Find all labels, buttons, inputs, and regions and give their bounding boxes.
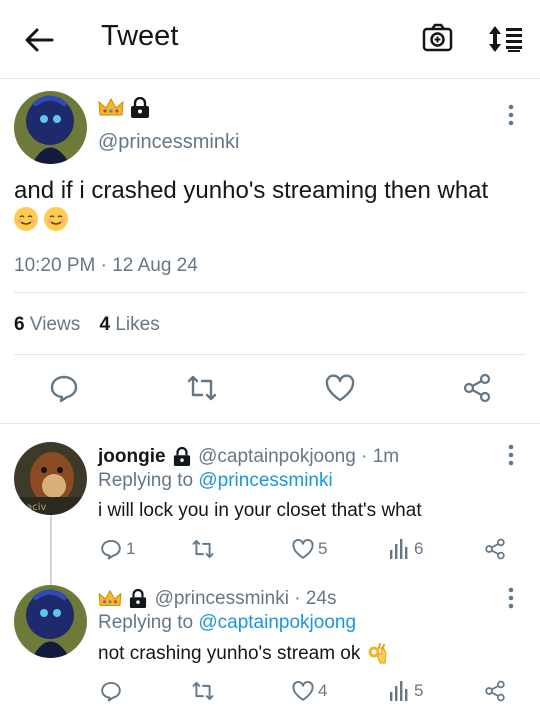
lock-icon bbox=[173, 446, 191, 467]
share-icon[interactable] bbox=[484, 680, 506, 702]
smiling-face-icon bbox=[14, 207, 38, 231]
more-options-icon[interactable] bbox=[507, 444, 515, 466]
like-count: 5 bbox=[318, 539, 328, 558]
retweet-icon[interactable] bbox=[186, 373, 218, 403]
reply-text-content: not crashing yunho's stream ok bbox=[98, 643, 361, 665]
divider bbox=[14, 354, 526, 355]
reply-icon[interactable] bbox=[49, 373, 79, 403]
replying-to-prefix: Replying to bbox=[98, 470, 194, 491]
lock-icon bbox=[130, 97, 150, 119]
reply-avatar[interactable] bbox=[14, 585, 87, 658]
author-handle[interactable]: @princessminki bbox=[98, 131, 239, 154]
retweet-icon[interactable] bbox=[191, 538, 215, 560]
share-icon[interactable] bbox=[462, 373, 492, 403]
likes-count[interactable]: 4 bbox=[99, 314, 110, 335]
reply-time: · 1m bbox=[361, 446, 400, 467]
tweet-stats: 6 Views 4 Likes bbox=[14, 314, 160, 336]
divider bbox=[14, 292, 526, 293]
author-badges bbox=[98, 97, 150, 123]
views-count: 6 bbox=[14, 314, 25, 335]
share-icon[interactable] bbox=[484, 538, 506, 560]
reply-time: · 24s bbox=[294, 588, 337, 609]
reply-avatar[interactable]: eaciv bbox=[14, 442, 87, 515]
reply-author-handle[interactable]: @captainpokjoong bbox=[198, 446, 356, 467]
replying-to: Replying to @princessminki bbox=[98, 470, 333, 492]
tweet-timestamp: 10:20 PM · 12 Aug 24 bbox=[14, 255, 198, 276]
reply-text: not crashing yunho's stream ok bbox=[98, 643, 388, 665]
like-icon[interactable] bbox=[324, 373, 356, 403]
replying-to-link[interactable]: @princessminki bbox=[198, 470, 332, 491]
reply-icon[interactable] bbox=[100, 538, 122, 560]
tweet-emojis bbox=[14, 207, 69, 235]
tweet-text-content: and if i crashed yunho's streaming then … bbox=[14, 177, 489, 204]
like-count: 4 bbox=[318, 681, 328, 700]
divider bbox=[0, 423, 540, 424]
likes-label[interactable]: Likes bbox=[115, 314, 159, 335]
views-label: Views bbox=[29, 314, 81, 335]
thread-line bbox=[50, 515, 52, 587]
lock-icon bbox=[129, 588, 147, 609]
more-options-icon[interactable] bbox=[507, 587, 515, 609]
reply-header: joongie @captainpokjoong · 1m bbox=[98, 446, 399, 468]
back-arrow-icon[interactable] bbox=[22, 24, 56, 56]
more-options-icon[interactable] bbox=[507, 104, 515, 126]
retweet-icon[interactable] bbox=[191, 680, 215, 702]
reply-count: 1 bbox=[126, 539, 136, 558]
reply-author-name[interactable]: joongie bbox=[98, 446, 166, 467]
camera-add-icon[interactable] bbox=[421, 22, 455, 54]
views-icon[interactable] bbox=[389, 680, 409, 702]
page-title: Tweet bbox=[101, 20, 179, 52]
views-icon[interactable] bbox=[389, 538, 409, 560]
svg-text:eaciv: eaciv bbox=[20, 502, 47, 513]
crown-icon bbox=[98, 97, 124, 119]
sort-replies-icon[interactable] bbox=[486, 23, 524, 55]
reply-icon[interactable] bbox=[100, 680, 122, 702]
reply-author-handle[interactable]: @princessminki bbox=[155, 588, 289, 609]
reply-text: i will lock you in your closet that's wh… bbox=[98, 500, 422, 521]
like-icon[interactable] bbox=[291, 538, 315, 560]
replying-to-link[interactable]: @captainpokjoong bbox=[198, 612, 356, 633]
top-bar: Tweet bbox=[0, 0, 540, 79]
ok-hand-icon bbox=[366, 643, 388, 665]
replying-to: Replying to @captainpokjoong bbox=[98, 612, 356, 634]
replying-to-prefix: Replying to bbox=[98, 612, 194, 633]
view-count: 5 bbox=[414, 681, 424, 700]
reply-header: @princessminki · 24s bbox=[98, 588, 336, 610]
tweet-text: and if i crashed yunho's streaming then … bbox=[14, 176, 524, 206]
author-avatar[interactable] bbox=[14, 91, 87, 164]
crown-icon bbox=[98, 589, 122, 609]
like-icon[interactable] bbox=[291, 680, 315, 702]
smiling-face-icon bbox=[44, 207, 69, 231]
view-count: 6 bbox=[414, 539, 424, 558]
